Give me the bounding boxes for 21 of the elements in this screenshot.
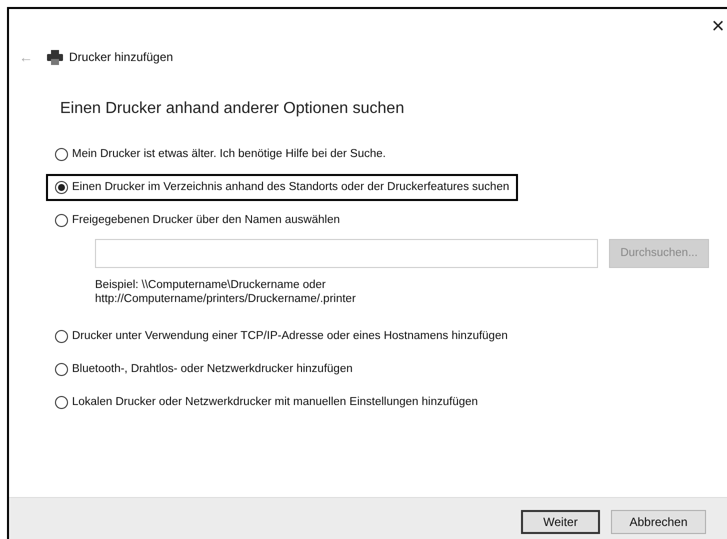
radio-option[interactable]: Einen Drucker im Verzeichnis anhand des Standorts oder der Druckerfeatures suchen bbox=[46, 174, 518, 201]
radio-icon bbox=[55, 181, 68, 194]
radio-option[interactable]: Drucker unter Verwendung einer TCP/IP-Adresse oder eines Hostnamens hinzufügen bbox=[46, 323, 517, 350]
radio-option[interactable]: Mein Drucker ist etwas älter. Ich benötige Hilfe bei der Suche. bbox=[46, 141, 395, 168]
radio-icon bbox=[55, 363, 68, 376]
radio-icon bbox=[55, 214, 68, 227]
dialog-button[interactable]: Weiter bbox=[521, 510, 600, 534]
example-text: http://Computername/printers/Druckername/.printer bbox=[95, 292, 357, 306]
radio-option[interactable]: Bluetooth-, Drahtlos- oder Netzwerkdrucker hinzufügen bbox=[46, 356, 362, 383]
radio-icon bbox=[55, 148, 68, 161]
dialog-title: Drucker hinzufügen bbox=[69, 49, 174, 66]
radio-icon bbox=[55, 396, 68, 409]
dialog-button[interactable]: Abbrechen bbox=[611, 510, 706, 534]
radio-option[interactable]: Freigegebenen Drucker über den Namen auswählen bbox=[46, 207, 349, 234]
page-heading: Einen Drucker anhand anderer Optionen suchen bbox=[60, 99, 406, 119]
close-button[interactable]: × bbox=[703, 11, 727, 41]
radio-option[interactable]: Lokalen Drucker oder Netzwerkdrucker mit manuellen Einstellungen hinzufügen bbox=[46, 389, 487, 416]
radio-icon bbox=[55, 330, 68, 343]
printer-icon bbox=[47, 50, 63, 64]
printer-name-field[interactable] bbox=[95, 239, 598, 268]
example-text: Beispiel: \\Computername\Druckername oder bbox=[95, 278, 327, 292]
